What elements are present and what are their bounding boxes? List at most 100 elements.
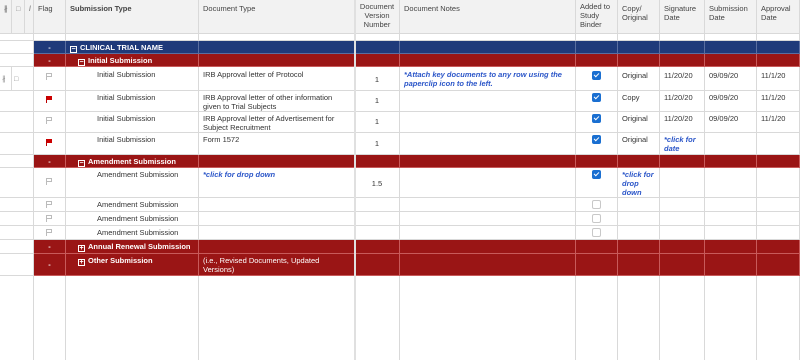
notes-cell[interactable]: *Attach key documents to any row using t… — [400, 67, 576, 91]
document-type-cell[interactable]: IRB Approval letter of Advertisement for… — [199, 112, 355, 133]
group-title-amendment[interactable]: − Amendment Submission — [66, 155, 199, 168]
signature-date-cell[interactable]: 11/20/20 — [660, 112, 705, 133]
approval-date-cell[interactable] — [757, 133, 800, 155]
col-header-copy-original[interactable]: Copy/ Original — [618, 0, 660, 34]
approval-date-cell[interactable]: 11/1/20 — [757, 67, 800, 91]
submission-date-cell[interactable]: 09/09/20 — [705, 91, 757, 112]
flag-cell[interactable] — [34, 168, 66, 198]
group-title-initial[interactable]: − Initial Submission — [66, 54, 199, 67]
copy-original-cell[interactable]: Copy — [618, 91, 660, 112]
checkbox[interactable] — [592, 135, 601, 144]
table-row[interactable]: Initial Submission IRB Approval letter o… — [0, 112, 800, 133]
signature-date-cell[interactable]: 11/20/20 — [660, 67, 705, 91]
frozen-column-divider[interactable] — [354, 0, 356, 360]
notes-cell[interactable] — [400, 168, 576, 198]
submission-type-cell[interactable]: Amendment Submission — [66, 226, 199, 240]
binder-checkbox-cell[interactable] — [576, 133, 618, 155]
table-row[interactable]: ∦ □ Initial Submission IRB Approval lett… — [0, 67, 800, 91]
copy-original-cell[interactable]: Original — [618, 112, 660, 133]
version-cell[interactable]: 1.5 — [355, 168, 400, 198]
checkbox[interactable] — [592, 214, 601, 223]
checkbox[interactable] — [592, 228, 601, 237]
binder-checkbox-cell[interactable] — [576, 168, 618, 198]
group-row-initial-submission[interactable]: - − Initial Submission — [0, 54, 800, 67]
table-row[interactable]: Amendment Submission — [0, 226, 800, 240]
group-title-clinical[interactable]: − CLINICAL TRIAL NAME — [66, 41, 199, 54]
checkbox[interactable] — [592, 71, 601, 80]
flag-icon[interactable] — [46, 73, 53, 80]
document-type-cell[interactable]: Form 1572 — [199, 133, 355, 155]
binder-checkbox-cell[interactable] — [576, 198, 618, 212]
group-title-other[interactable]: + Other Submission — [66, 254, 199, 276]
notes-cell[interactable] — [400, 112, 576, 133]
signature-date-cell[interactable]: *click for date — [660, 133, 705, 155]
comment-icon[interactable]: □ — [14, 76, 18, 83]
binder-checkbox-cell[interactable] — [576, 226, 618, 240]
notes-cell[interactable] — [400, 133, 576, 155]
collapse-icon[interactable]: − — [78, 59, 85, 66]
table-row[interactable]: Amendment Submission *click for drop dow… — [0, 168, 800, 198]
col-header-submission-date[interactable]: Submission Date — [705, 0, 757, 34]
copy-original-cell[interactable]: Original — [618, 133, 660, 155]
table-row[interactable]: Amendment Submission — [0, 212, 800, 226]
submission-date-cell[interactable] — [705, 133, 757, 155]
copy-original-cell[interactable]: Original — [618, 67, 660, 91]
version-cell[interactable]: 1 — [355, 67, 400, 91]
attachment-column-header[interactable]: ∦ — [0, 0, 12, 34]
flag-icon[interactable] — [46, 178, 53, 185]
submission-date-cell[interactable]: 09/09/20 — [705, 67, 757, 91]
col-header-doc-version[interactable]: Document Version Number — [355, 0, 400, 34]
flag-cell[interactable] — [34, 198, 66, 212]
comment-column-header[interactable]: □ — [12, 0, 25, 34]
submission-type-cell[interactable]: Initial Submission — [66, 67, 199, 91]
version-cell[interactable]: 1 — [355, 133, 400, 155]
table-row[interactable]: Initial Submission IRB Approval letter o… — [0, 91, 800, 112]
collapse-icon[interactable]: − — [70, 46, 77, 53]
flag-icon[interactable] — [46, 117, 53, 124]
col-header-document-type[interactable]: Document Type — [199, 0, 355, 34]
flag-cell[interactable] — [34, 212, 66, 226]
binder-checkbox-cell[interactable] — [576, 91, 618, 112]
flag-icon[interactable] — [46, 229, 53, 236]
group-row-other-submission[interactable]: - + Other Submission (i.e., Revised Docum… — [0, 254, 800, 276]
submission-type-cell[interactable]: Amendment Submission — [66, 212, 199, 226]
copy-original-dropdown-cell[interactable]: *click for drop down — [618, 168, 660, 198]
checkbox[interactable] — [592, 93, 601, 102]
status-column-header[interactable]: / — [25, 0, 34, 34]
col-header-flag[interactable]: Flag — [34, 0, 66, 34]
approval-date-cell[interactable]: 11/1/20 — [757, 112, 800, 133]
binder-checkbox-cell[interactable] — [576, 212, 618, 226]
group-row-clinical-trial[interactable]: - − CLINICAL TRIAL NAME — [0, 41, 800, 54]
notes-cell[interactable] — [400, 91, 576, 112]
submission-date-cell[interactable]: 09/09/20 — [705, 112, 757, 133]
expand-icon[interactable]: + — [78, 259, 85, 266]
checkbox[interactable] — [592, 170, 601, 179]
collapse-icon[interactable]: − — [78, 160, 85, 167]
paperclip-icon[interactable]: ∦ — [2, 76, 6, 83]
submission-type-cell[interactable]: Initial Submission — [66, 91, 199, 112]
version-cell[interactable]: 1 — [355, 91, 400, 112]
binder-checkbox-cell[interactable] — [576, 112, 618, 133]
submission-type-cell[interactable]: Amendment Submission — [66, 198, 199, 212]
approval-date-cell[interactable]: 11/1/20 — [757, 91, 800, 112]
checkbox[interactable] — [592, 200, 601, 209]
group-title-renewal[interactable]: + Annual Renewal Submission — [66, 240, 199, 254]
submission-type-cell[interactable]: Initial Submission — [66, 133, 199, 155]
flag-icon[interactable] — [46, 215, 53, 222]
document-type-cell[interactable]: IRB Approval letter of Protocol — [199, 67, 355, 91]
flag-cell[interactable] — [34, 91, 66, 112]
flag-cell[interactable] — [34, 67, 66, 91]
flag-cell[interactable] — [34, 226, 66, 240]
col-header-document-notes[interactable]: Document Notes — [400, 0, 576, 34]
col-header-added-to-binder[interactable]: Added to Study Binder — [576, 0, 618, 34]
expand-icon[interactable]: + — [78, 245, 85, 252]
flag-cell[interactable] — [34, 133, 66, 155]
submission-type-cell[interactable]: Amendment Submission — [66, 168, 199, 198]
table-row[interactable]: Amendment Submission — [0, 198, 800, 212]
col-header-submission-type[interactable]: Submission Type — [66, 0, 199, 34]
submission-type-cell[interactable]: Initial Submission — [66, 112, 199, 133]
flag-cell[interactable] — [34, 112, 66, 133]
group-other-document-type[interactable]: (i.e., Revised Documents, Updated Versio… — [199, 254, 355, 276]
binder-checkbox-cell[interactable] — [576, 67, 618, 91]
table-row[interactable]: Initial Submission Form 1572 1 Original … — [0, 133, 800, 155]
